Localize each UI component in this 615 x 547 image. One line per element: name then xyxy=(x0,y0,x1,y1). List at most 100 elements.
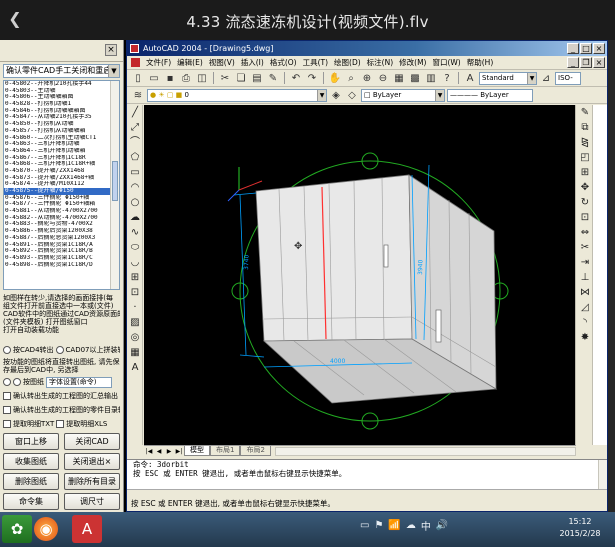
chamfer-icon[interactable]: ◿ xyxy=(578,301,592,315)
tray-icon[interactable]: 中 xyxy=(421,518,431,533)
menu-item[interactable]: 绘图(D) xyxy=(334,57,361,68)
tool-palettes-icon[interactable]: ▥ xyxy=(424,71,438,85)
tab-layout2[interactable]: 布局2 xyxy=(240,446,271,456)
ellipse-arc-icon[interactable]: ◡ xyxy=(128,256,142,270)
tab-model[interactable]: 模型 xyxy=(184,446,210,456)
stretch-icon[interactable]: ⇔ xyxy=(578,226,592,240)
make-layer-current-icon[interactable]: ◈ xyxy=(329,88,343,102)
chevron-down-icon[interactable]: ▼ xyxy=(317,89,326,101)
tab-last-icon[interactable]: ▶| xyxy=(174,448,184,455)
list-item[interactable]: 0-45867--三机升降机1C18R xyxy=(4,155,119,162)
menu-item[interactable]: 编辑(E) xyxy=(177,57,203,68)
doc-minimize-icon[interactable]: _ xyxy=(567,57,579,68)
radio-cad07[interactable] xyxy=(55,346,64,354)
offset-icon[interactable]: ◰ xyxy=(578,151,592,165)
list-item[interactable]: 0-45868--三机升降机1C18R+轴 xyxy=(4,161,119,168)
mtext-icon[interactable]: A xyxy=(128,361,142,375)
menu-item[interactable]: 窗口(W) xyxy=(432,57,460,68)
list-item[interactable]: 0-45850--打捞机从动轴 xyxy=(4,121,119,128)
list-scrollbar[interactable] xyxy=(110,81,119,289)
close-icon[interactable]: × xyxy=(593,43,605,54)
undo-icon[interactable]: ↶ xyxy=(289,71,303,85)
zoom-realtime-icon[interactable]: ⌕ xyxy=(344,71,358,85)
new-file-icon[interactable]: ▯ xyxy=(131,71,145,85)
tray-icon[interactable]: 🔊 xyxy=(436,520,448,531)
list-item[interactable]: 0-45864--三机升降机动轴箱 xyxy=(4,148,119,155)
list-item[interactable]: 0-45873--提升轴/ZXX1468+轴 xyxy=(4,175,119,182)
menu-item[interactable]: 格式(O) xyxy=(270,57,297,68)
list-item[interactable]: 0-45806--主动轴轴箱图 xyxy=(4,94,119,101)
list-item[interactable]: 0-45860--二次打捞机主动轴CT1 xyxy=(4,135,119,142)
join-icon[interactable]: ⋈ xyxy=(578,286,592,300)
list-item[interactable]: 0-45874--提升轴/M10X112 xyxy=(4,181,119,188)
tab-prev-icon[interactable]: ◀ xyxy=(154,448,164,455)
doc-restore-icon[interactable]: ❐ xyxy=(580,57,592,68)
collect-drawings-button[interactable]: 收集图纸 xyxy=(3,453,59,470)
radio-by-drawing-2[interactable] xyxy=(13,378,21,386)
dim-style-icon[interactable]: ⊿ xyxy=(539,71,553,85)
tray-icon[interactable]: ▭ xyxy=(360,520,369,531)
autocad-task-icon[interactable]: A xyxy=(72,515,102,543)
zoom-previous-icon[interactable]: ⊖ xyxy=(376,71,390,85)
polyline-icon[interactable]: ⌒ xyxy=(128,136,142,150)
text-style-select[interactable]: Standard ▼ xyxy=(479,71,537,85)
mirror-icon[interactable]: ⧎ xyxy=(578,136,592,150)
help-icon[interactable]: ? xyxy=(440,71,454,85)
tray-icon[interactable]: ⚑ xyxy=(374,520,383,531)
explode-icon[interactable]: ✸ xyxy=(578,331,592,345)
list-item[interactable]: 0-45893--后摘轮货架1C18R/C xyxy=(4,255,119,262)
copy-object-icon[interactable]: ⧉ xyxy=(578,121,592,135)
menu-item[interactable]: 帮助(H) xyxy=(467,57,494,68)
summary-checkbox[interactable] xyxy=(3,392,11,400)
close-icon[interactable]: × xyxy=(105,44,117,56)
list-item[interactable]: 0-45892--后摘轮货架1C18R/B xyxy=(4,248,119,255)
scroll-thumb[interactable] xyxy=(112,161,118,201)
rotate-icon[interactable]: ↻ xyxy=(578,196,592,210)
preview-icon[interactable]: ◫ xyxy=(195,71,209,85)
menu-item[interactable]: 视图(V) xyxy=(209,57,235,68)
start-app-icon[interactable]: ✿ xyxy=(2,515,32,543)
command-line[interactable]: 命令: 3dorbit 按 ESC 或 ENTER 键退出, 或者单击鼠标右键显… xyxy=(127,459,607,490)
menu-item[interactable]: 插入(I) xyxy=(241,57,264,68)
ellipse-icon[interactable]: ⬭ xyxy=(128,241,142,255)
hatch-icon[interactable]: ▨ xyxy=(128,316,142,330)
extend-icon[interactable]: ⇥ xyxy=(578,256,592,270)
list-item[interactable]: 0-45803--主动轴 xyxy=(4,88,119,95)
polygon-icon[interactable]: ⬠ xyxy=(128,151,142,165)
bom-txt-checkbox[interactable] xyxy=(3,420,11,428)
list-item[interactable]: 0-45846--打捞机动轴轴箱图 xyxy=(4,108,119,115)
list-item[interactable]: 0-45887--后摘轮总货架1200X3 xyxy=(4,235,119,242)
cut-icon[interactable]: ✂ xyxy=(218,71,232,85)
insert-block-icon[interactable]: ⊞ xyxy=(128,271,142,285)
fillet-icon[interactable]: ◝ xyxy=(578,316,592,330)
chevron-down-icon[interactable]: ▼ xyxy=(527,72,536,84)
radio-by-drawing[interactable] xyxy=(3,378,11,386)
tab-first-icon[interactable]: |◀ xyxy=(144,448,154,455)
bom-xls-checkbox[interactable] xyxy=(56,420,65,428)
save-icon[interactable]: ▪ xyxy=(163,71,177,85)
trim-icon[interactable]: ✂ xyxy=(578,241,592,255)
clock[interactable]: 15:12 2015/2/28 xyxy=(555,516,605,540)
drawing-viewport[interactable]: 3740 4000 3940 ✥ xyxy=(144,105,576,445)
tab-layout1[interactable]: 布局1 xyxy=(210,446,241,456)
paste-icon[interactable]: ▤ xyxy=(250,71,264,85)
list-item[interactable]: 0-45876--三件摘轮 Φ150+轴 xyxy=(4,195,119,202)
list-item[interactable]: 0-45881--从动摘轮-4700X2700 xyxy=(4,208,119,215)
circle-icon[interactable]: ○ xyxy=(128,196,142,210)
browser-icon[interactable]: ◉ xyxy=(34,517,58,541)
color-select[interactable]: □ ByLayer ▼ xyxy=(361,88,445,102)
line-icon[interactable]: ╱ xyxy=(128,106,142,120)
menu-item[interactable]: 文件(F) xyxy=(146,57,171,68)
menu-item[interactable]: 标注(N) xyxy=(367,57,393,68)
window-up-button[interactable]: 窗口上移 xyxy=(3,433,59,450)
dim-style-select[interactable]: ISO- xyxy=(555,71,581,85)
command-set-button[interactable]: 命令集 xyxy=(3,493,59,510)
match-properties-icon[interactable]: ✎ xyxy=(266,71,280,85)
list-item[interactable]: 0-45863--三机升降机动轴 xyxy=(4,141,119,148)
close-exit-button[interactable]: 关闭退出× xyxy=(64,453,120,470)
erase-icon[interactable]: ✎ xyxy=(578,106,592,120)
minimize-icon[interactable]: _ xyxy=(567,43,579,54)
text-style-icon[interactable]: A xyxy=(463,71,477,85)
list-item[interactable]: 0-45857--打捞机从动轴轴箱 xyxy=(4,128,119,135)
move-icon[interactable]: ✥ xyxy=(578,181,592,195)
